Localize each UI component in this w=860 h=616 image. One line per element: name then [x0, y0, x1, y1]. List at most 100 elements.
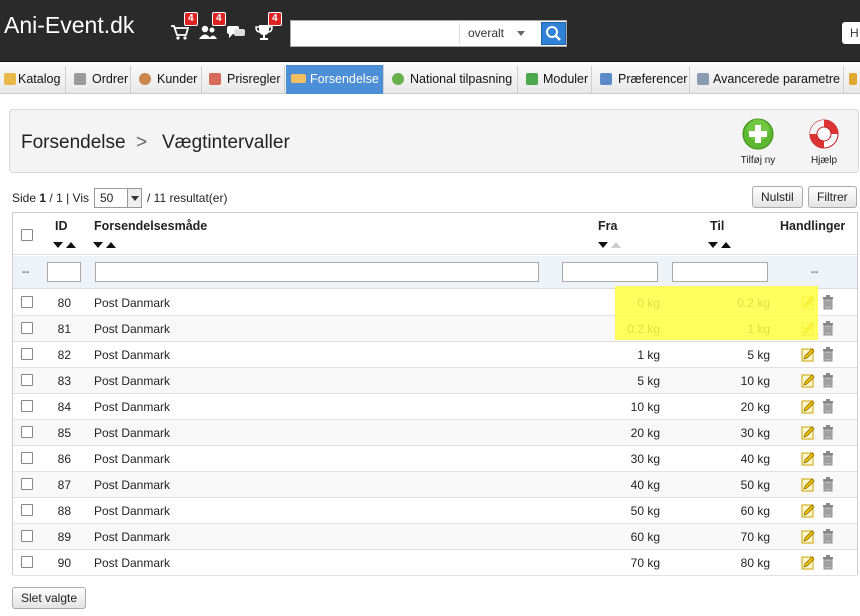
trash-icon — [823, 529, 833, 544]
cell-carrier: Post Danmark — [94, 374, 171, 388]
filter-carrier-input[interactable] — [95, 262, 539, 282]
column-id[interactable]: ID — [55, 219, 68, 233]
edit-button[interactable] — [801, 477, 815, 492]
delete-selected-button[interactable]: Slet valgte — [12, 587, 87, 609]
tab-kunder[interactable]: Kunder — [132, 66, 202, 93]
table-row[interactable]: 86 Post Danmark 30 kg 40 kg — [13, 446, 857, 472]
sort-desc-icon[interactable] — [598, 242, 608, 248]
edit-button[interactable] — [801, 399, 815, 414]
per-page-select[interactable]: 50 — [94, 188, 142, 208]
sort-asc-icon[interactable] — [611, 242, 621, 248]
delete-button[interactable] — [821, 373, 835, 388]
cell-from: 50 kg — [630, 504, 660, 518]
column-to[interactable]: Til — [710, 219, 724, 233]
table-row[interactable]: 85 Post Danmark 20 kg 30 kg — [13, 420, 857, 446]
tab-national-tilpasning[interactable]: National tilpasning — [385, 66, 518, 93]
tab-moduler[interactable]: Moduler — [519, 66, 592, 93]
filter-button[interactable]: Filtrer — [808, 186, 857, 208]
top-header: Ani-Event.dk 4 4 4 overalt H — [0, 0, 860, 62]
help-menu-button[interactable]: H — [842, 22, 860, 44]
edit-button[interactable] — [801, 529, 815, 544]
sort-id — [53, 237, 79, 251]
cell-id: 90 — [57, 556, 71, 570]
breadcrumb-parent[interactable]: Forsendelse — [21, 132, 126, 154]
tab-label: Ordrer — [92, 72, 129, 86]
edit-button[interactable] — [801, 503, 815, 518]
filter-to-input[interactable] — [672, 262, 768, 282]
sort-asc-icon[interactable] — [66, 242, 76, 248]
messages-notification[interactable] — [226, 20, 252, 42]
sort-from — [598, 237, 624, 251]
tab-forsendelse[interactable]: Forsendelse — [286, 65, 384, 94]
row-checkbox[interactable] — [21, 322, 33, 334]
page-toolbar: Forsendelse > Vægtintervaller Tilføj ny … — [9, 109, 859, 173]
column-from[interactable]: Fra — [598, 219, 617, 233]
delete-button[interactable] — [821, 555, 835, 570]
cell-carrier: Post Danmark — [94, 322, 171, 336]
row-checkbox[interactable] — [21, 504, 33, 516]
row-checkbox[interactable] — [21, 348, 33, 360]
help-button[interactable]: Hjælp — [798, 118, 850, 166]
tab-label: Avancerede parametre — [713, 72, 840, 86]
pencil-icon — [801, 504, 815, 518]
delete-button[interactable] — [821, 503, 835, 518]
sort-asc-icon[interactable] — [721, 242, 731, 248]
delete-button[interactable] — [821, 321, 835, 336]
delete-button[interactable] — [821, 295, 835, 310]
table-row[interactable]: 82 Post Danmark 1 kg 5 kg — [13, 342, 857, 368]
sort-desc-icon[interactable] — [708, 242, 718, 248]
cell-id: 87 — [57, 478, 71, 492]
search-scope-select[interactable]: overalt — [459, 23, 531, 44]
sort-desc-icon[interactable] — [93, 242, 103, 248]
brand-logo-text[interactable]: Ani-Event.dk — [4, 12, 134, 39]
customers-notification[interactable]: 4 — [198, 12, 226, 42]
table-row[interactable]: 90 Post Danmark 70 kg 80 kg — [13, 550, 857, 576]
tab-avancerede-parametre[interactable]: Avancerede parametre — [691, 66, 844, 93]
filter-id-input[interactable] — [47, 262, 81, 282]
row-checkbox[interactable] — [21, 556, 33, 568]
delete-button[interactable] — [821, 399, 835, 414]
table-row[interactable]: 87 Post Danmark 40 kg 50 kg — [13, 472, 857, 498]
delete-button[interactable] — [821, 425, 835, 440]
row-checkbox[interactable] — [21, 478, 33, 490]
edit-button[interactable] — [801, 425, 815, 440]
edit-button[interactable] — [801, 555, 815, 570]
sort-desc-icon[interactable] — [53, 242, 63, 248]
edit-button[interactable] — [801, 347, 815, 362]
filter-from-input[interactable] — [562, 262, 658, 282]
table-row[interactable]: 83 Post Danmark 5 kg 10 kg — [13, 368, 857, 394]
row-checkbox[interactable] — [21, 374, 33, 386]
delete-button[interactable] — [821, 451, 835, 466]
tab-overflow[interactable] — [845, 66, 860, 93]
highlight-marker — [615, 286, 818, 340]
search-input[interactable] — [293, 23, 458, 44]
edit-button[interactable] — [801, 451, 815, 466]
orders-notification[interactable]: 4 — [170, 12, 198, 42]
trophy-notification[interactable]: 4 — [254, 12, 282, 42]
select-all-checkbox[interactable] — [21, 229, 33, 241]
tab-ordrer[interactable]: Ordrer — [67, 66, 131, 93]
row-checkbox[interactable] — [21, 530, 33, 542]
breadcrumb-separator: > — [136, 132, 148, 153]
trash-icon — [823, 399, 833, 414]
table-row[interactable]: 89 Post Danmark 60 kg 70 kg — [13, 524, 857, 550]
sort-asc-icon[interactable] — [106, 242, 116, 248]
row-checkbox[interactable] — [21, 452, 33, 464]
trash-icon — [823, 451, 833, 466]
add-new-button[interactable]: Tilføj ny — [732, 118, 784, 166]
row-checkbox[interactable] — [21, 426, 33, 438]
row-checkbox[interactable] — [21, 400, 33, 412]
table-row[interactable]: 88 Post Danmark 50 kg 60 kg — [13, 498, 857, 524]
reset-button[interactable]: Nulstil — [752, 186, 803, 208]
delete-button[interactable] — [821, 347, 835, 362]
delete-button[interactable] — [821, 477, 835, 492]
table-row[interactable]: 84 Post Danmark 10 kg 20 kg — [13, 394, 857, 420]
edit-button[interactable] — [801, 373, 815, 388]
delete-button[interactable] — [821, 529, 835, 544]
column-carrier[interactable]: Forsendelsesmåde — [94, 219, 207, 233]
tab-katalog[interactable]: Katalog — [0, 66, 66, 93]
tab-praeferencer[interactable]: Præferencer — [593, 66, 690, 93]
tab-prisregler[interactable]: Prisregler — [203, 66, 285, 93]
search-button[interactable] — [541, 22, 566, 45]
row-checkbox[interactable] — [21, 296, 33, 308]
